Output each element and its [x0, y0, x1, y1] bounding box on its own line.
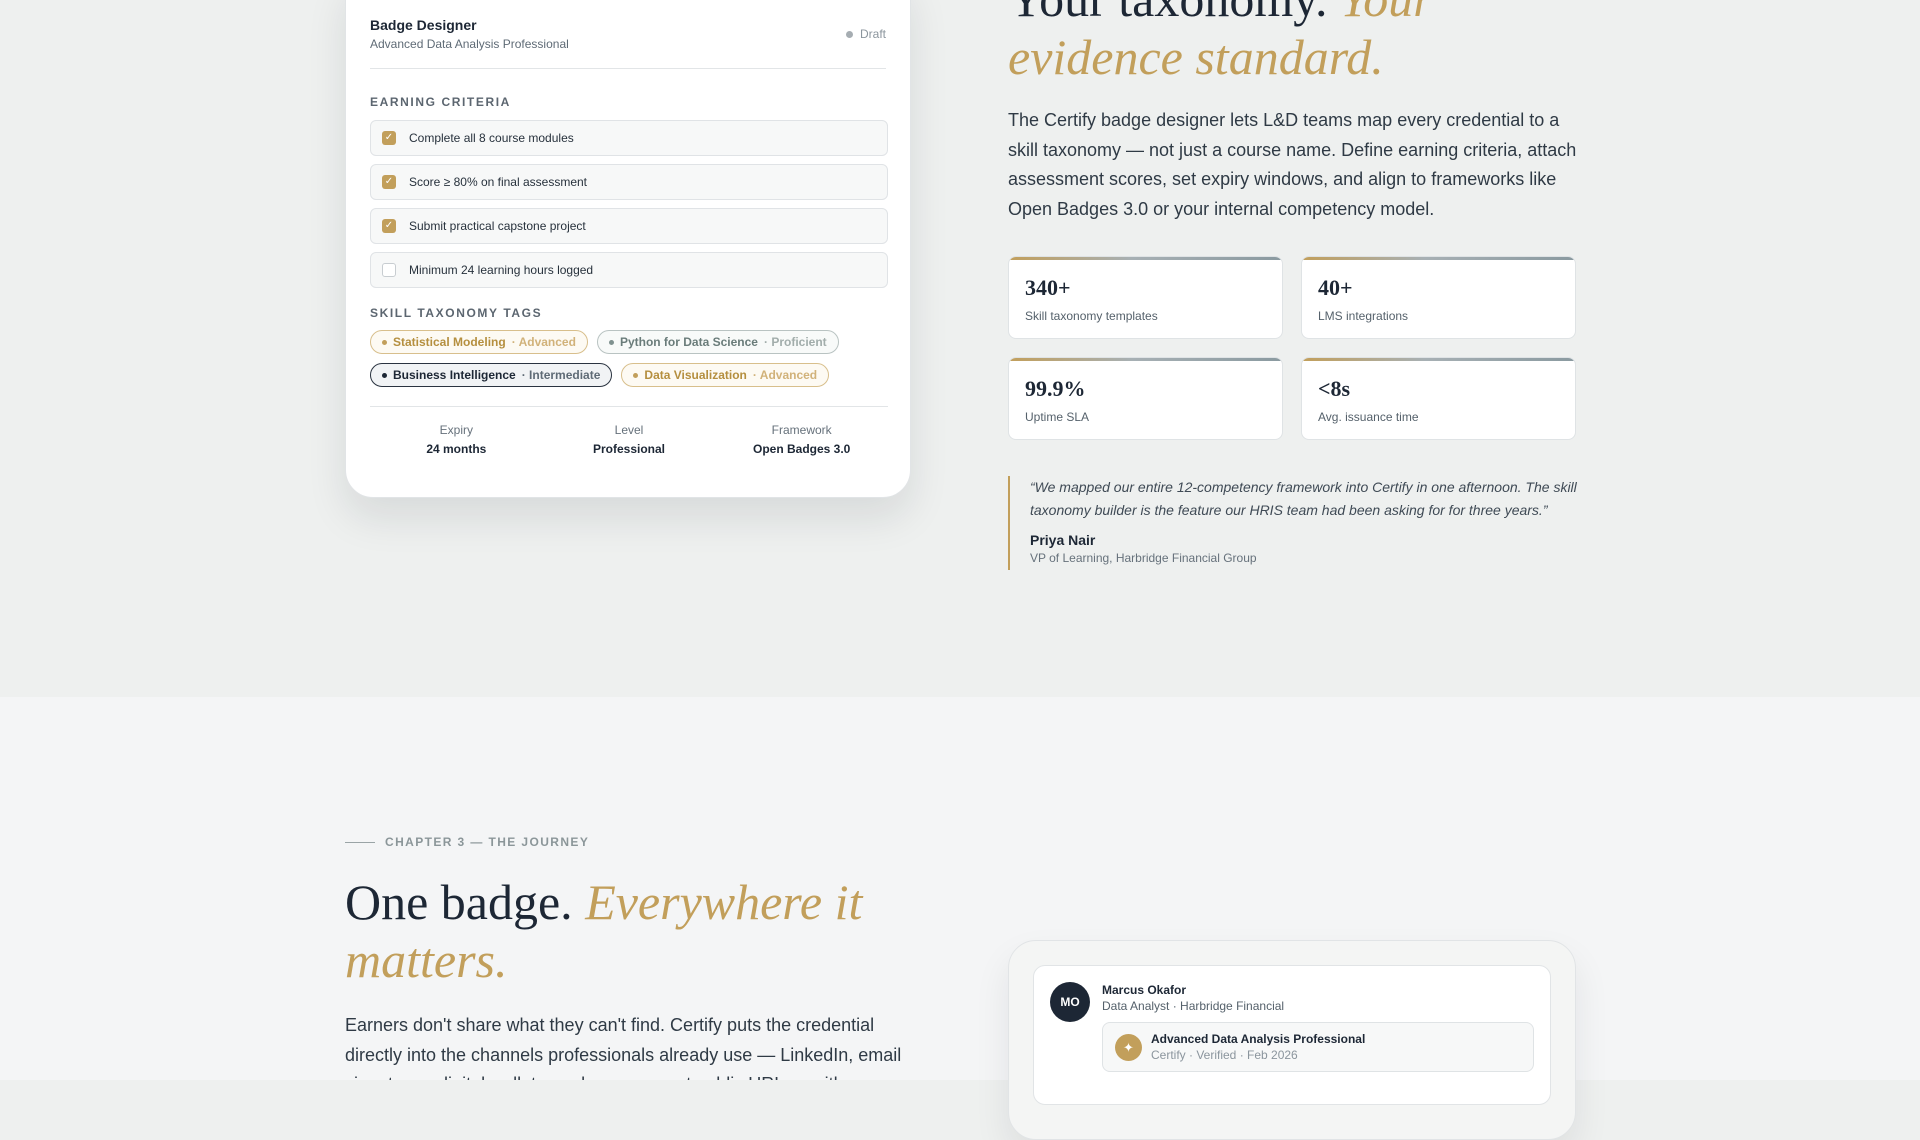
star-icon: ✦	[1115, 1034, 1142, 1061]
skill-taxonomy-tags-label: SKILL TAXONOMY TAGS	[370, 306, 543, 320]
criteria-label: Submit practical capstone project	[409, 219, 586, 233]
skill-tag-level: · Proficient	[763, 335, 827, 349]
footer-framework: Framework Open Badges 3.0	[715, 423, 888, 456]
top-section-background	[0, 0, 1920, 697]
stat-accent-bar	[1009, 257, 1282, 260]
criteria-item[interactable]: ✓ Complete all 8 course modules	[370, 120, 888, 156]
skill-tag-name: Statistical Modeling	[393, 335, 506, 349]
skill-tag-name: Business Intelligence	[393, 368, 516, 382]
badge-designer-card: Badge Designer Advanced Data Analysis Pr…	[345, 0, 911, 498]
footer-key: Expiry	[439, 423, 473, 437]
headline-plain: Your taxonomy.	[1008, 0, 1327, 27]
checkbox-checked-icon[interactable]: ✓	[382, 131, 396, 145]
quote-author: Priya Nair	[1030, 532, 1096, 548]
designer-subtitle: Advanced Data Analysis Professional	[370, 37, 569, 51]
stat-accent-bar	[1302, 358, 1575, 361]
skill-tag-name: Python for Data Science	[619, 335, 758, 349]
stats-grid: 340+ Skill taxonomy templates 40+ LMS in…	[1008, 256, 1576, 440]
criteria-label: Score ≥ 80% on final assessment	[409, 175, 588, 189]
checkbox-checked-icon[interactable]: ✓	[382, 219, 396, 233]
stat-card: <8s Avg. issuance time	[1301, 357, 1576, 440]
tag-dot-icon	[382, 339, 387, 345]
designer-header: Badge Designer Advanced Data Analysis Pr…	[370, 17, 886, 69]
skill-tag[interactable]: Business Intelligence · Intermediate	[370, 363, 613, 387]
skill-tag-level: · Advanced	[752, 368, 818, 382]
tag-dot-icon	[608, 339, 614, 345]
criteria-label: Complete all 8 course modules	[409, 131, 574, 145]
stat-accent-bar	[1302, 257, 1575, 260]
criteria-label: Minimum 24 learning hours logged	[409, 263, 594, 277]
footer-key: Framework	[771, 423, 832, 437]
badge-subtitle: Certify · Verified · Feb 2026	[1151, 1048, 1298, 1062]
headline-plain: One badge.	[345, 874, 573, 930]
earning-criteria-label: EARNING CRITERIA	[370, 95, 511, 109]
profile-role: Data Analyst · Harbridge Financial	[1102, 999, 1285, 1013]
skill-tag[interactable]: Python for Data Science · Proficient	[596, 330, 839, 354]
status-text: Draft	[859, 27, 886, 41]
eyebrow-line	[345, 841, 375, 843]
footer-expiry: Expiry 24 months	[370, 423, 543, 456]
journey-section-background	[0, 697, 1920, 1080]
designer-title: Badge Designer	[370, 17, 477, 33]
tag-dot-icon	[382, 372, 387, 378]
checkbox-checked-icon[interactable]: ✓	[382, 175, 396, 189]
chapter-label: CHAPTER 3 — THE JOURNEY	[385, 835, 590, 849]
stat-card: 40+ LMS integrations	[1301, 256, 1576, 339]
criteria-item[interactable]: Minimum 24 learning hours logged	[370, 252, 888, 288]
criteria-item[interactable]: ✓ Submit practical capstone project	[370, 208, 888, 244]
journey-headline: One badge. Everywhere it matters.	[345, 873, 945, 989]
stat-label: Avg. issuance time	[1318, 410, 1419, 424]
footer-value: Professional	[592, 442, 666, 456]
testimonial-quote: “We mapped our entire 12-competency fram…	[1008, 476, 1578, 570]
skill-tag-level: · Advanced	[511, 335, 576, 349]
tag-dot-icon	[633, 372, 639, 378]
skill-tag-level: · Intermediate	[521, 368, 601, 382]
skill-tag-name: Data Visualization	[644, 368, 747, 382]
stat-value: 340+	[1025, 275, 1071, 300]
journey-intro: Earners don't share what they can't find…	[345, 1015, 902, 1080]
skill-tag[interactable]: Data Visualization · Advanced	[621, 363, 830, 387]
stat-label: Uptime SLA	[1025, 410, 1090, 424]
stat-accent-bar	[1009, 358, 1282, 361]
stat-card: 340+ Skill taxonomy templates	[1008, 256, 1283, 339]
profile-badge-item[interactable]	[1102, 1022, 1534, 1072]
stat-value: 99.9%	[1025, 376, 1086, 401]
avatar: MO	[1050, 982, 1090, 1022]
stat-value: <8s	[1318, 376, 1351, 401]
quote-text: “We mapped our entire 12-competency fram…	[1030, 479, 1577, 518]
badge-title: Advanced Data Analysis Professional	[1151, 1032, 1366, 1046]
criteria-item[interactable]: ✓ Score ≥ 80% on final assessment	[370, 164, 888, 200]
criteria-list: ✓ Complete all 8 course modules ✓ Score …	[370, 120, 888, 288]
stat-value: 40+	[1318, 275, 1353, 300]
footer-key: Level	[614, 423, 644, 437]
footer-value: 24 months	[426, 442, 487, 456]
stat-label: Skill taxonomy templates	[1025, 309, 1158, 323]
footer-value: Open Badges 3.0	[752, 442, 851, 456]
status-badge: Draft	[845, 27, 886, 41]
checkbox-unchecked-icon[interactable]	[382, 263, 396, 277]
footer-level: Level Professional	[543, 423, 716, 456]
stat-label: LMS integrations	[1318, 309, 1409, 323]
chapter-eyebrow: CHAPTER 3 — THE JOURNEY	[345, 835, 589, 849]
status-dot-icon	[845, 30, 853, 38]
section-intro: The Certify badge designer lets L&D team…	[1008, 110, 1577, 219]
stat-card: 99.9% Uptime SLA	[1008, 357, 1283, 440]
quote-author-role: VP of Learning, Harbridge Financial Grou…	[1030, 551, 1257, 565]
skill-tags: Statistical Modeling · Advanced Python f…	[370, 330, 890, 387]
profile-name: Marcus Okafor	[1102, 983, 1187, 997]
designer-footer: Expiry 24 months Level Professional Fram…	[370, 406, 888, 456]
section-headline: Your taxonomy. Your evidence standard.	[1008, 0, 1608, 86]
skill-tag[interactable]: Statistical Modeling · Advanced	[370, 330, 588, 354]
